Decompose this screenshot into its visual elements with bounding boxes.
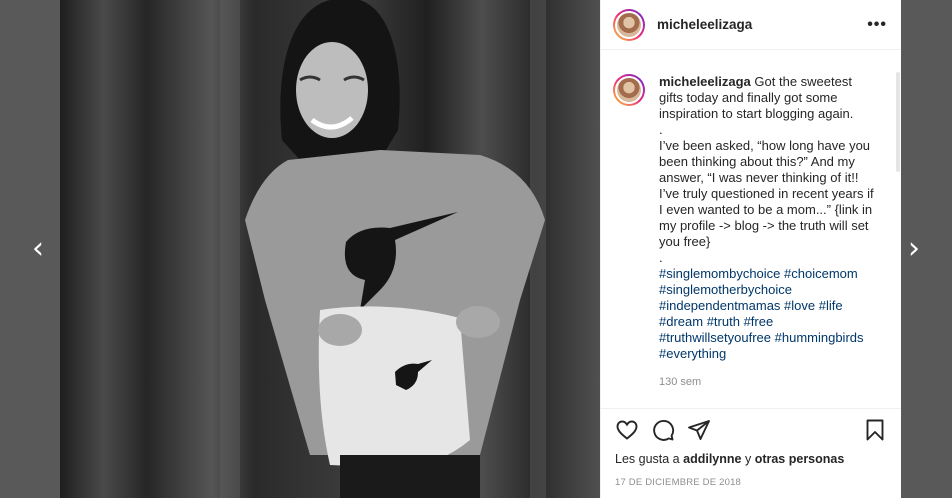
hashtag-link[interactable]: #life <box>819 298 843 313</box>
comment-icon[interactable] <box>651 418 675 442</box>
bookmark-icon[interactable] <box>863 418 887 442</box>
caption-text-2: . <box>659 122 663 137</box>
likes-conjunction: y <box>744 452 752 466</box>
hashtag-link[interactable]: #truth <box>707 314 740 329</box>
avatar-image <box>615 76 643 104</box>
avatar-image <box>615 10 643 39</box>
next-post-arrow[interactable]: › <box>908 234 920 264</box>
hashtag-link[interactable]: #everything <box>659 346 726 361</box>
likes-prefix: Les gusta a <box>615 452 680 466</box>
caption: micheleelizaga Got the sweetest gifts to… <box>613 74 887 390</box>
likes-others-link[interactable]: otras personas <box>755 452 845 466</box>
post-actions: Les gusta a addilynne y otras personas 1… <box>601 408 901 498</box>
caption-body: micheleelizaga Got the sweetest gifts to… <box>659 74 874 390</box>
hashtag-link[interactable]: #hummingbirds <box>775 330 864 345</box>
action-icons <box>615 417 887 443</box>
post-header: micheleelizaga ••• <box>601 0 901 50</box>
hashtag-link[interactable]: #independentmamas <box>659 298 780 313</box>
caption-text-3: I’ve been asked, “how long have you been… <box>659 138 874 249</box>
comments-area[interactable]: micheleelizaga Got the sweetest gifts to… <box>601 50 901 408</box>
hashtags: #singlemombychoice #choicemom #singlemot… <box>659 266 874 362</box>
avatar[interactable] <box>613 8 645 41</box>
hashtag-link[interactable]: #singlemotherbychoice <box>659 282 792 297</box>
hashtag-link[interactable]: #truthwillsetyoufree <box>659 330 771 345</box>
caption-line-1: micheleelizaga Got the sweetest gifts to… <box>659 74 874 122</box>
share-icon[interactable] <box>687 418 711 442</box>
previous-post-arrow[interactable]: ‹ <box>32 234 44 264</box>
post-date[interactable]: 17 DE DICIEMBRE DE 2018 <box>615 477 887 488</box>
likes-summary: Les gusta a addilynne y otras personas <box>615 452 887 466</box>
hashtag-link[interactable]: #free <box>744 314 774 329</box>
username-link[interactable]: micheleelizaga <box>657 17 752 32</box>
caption-username[interactable]: micheleelizaga <box>659 74 751 89</box>
hashtag-link[interactable]: #love <box>784 298 815 313</box>
post-modal: micheleelizaga ••• micheleelizaga Got th… <box>60 0 901 498</box>
more-options-icon[interactable]: ••• <box>867 16 887 34</box>
avatar[interactable] <box>613 74 645 106</box>
hashtag-link[interactable]: #choicemom <box>784 266 858 281</box>
likes-user-link[interactable]: addilynne <box>683 452 741 466</box>
post-age[interactable]: 130 sem <box>659 374 874 390</box>
post-photo <box>60 0 600 498</box>
hashtag-link[interactable]: #singlemombychoice <box>659 266 780 281</box>
caption-text-4: . <box>659 250 663 265</box>
post-image <box>60 0 600 498</box>
scrollbar-thumb[interactable] <box>896 72 900 172</box>
hashtag-link[interactable]: #dream <box>659 314 703 329</box>
heart-icon[interactable] <box>615 418 639 442</box>
post-details-panel: micheleelizaga ••• micheleelizaga Got th… <box>600 0 901 498</box>
